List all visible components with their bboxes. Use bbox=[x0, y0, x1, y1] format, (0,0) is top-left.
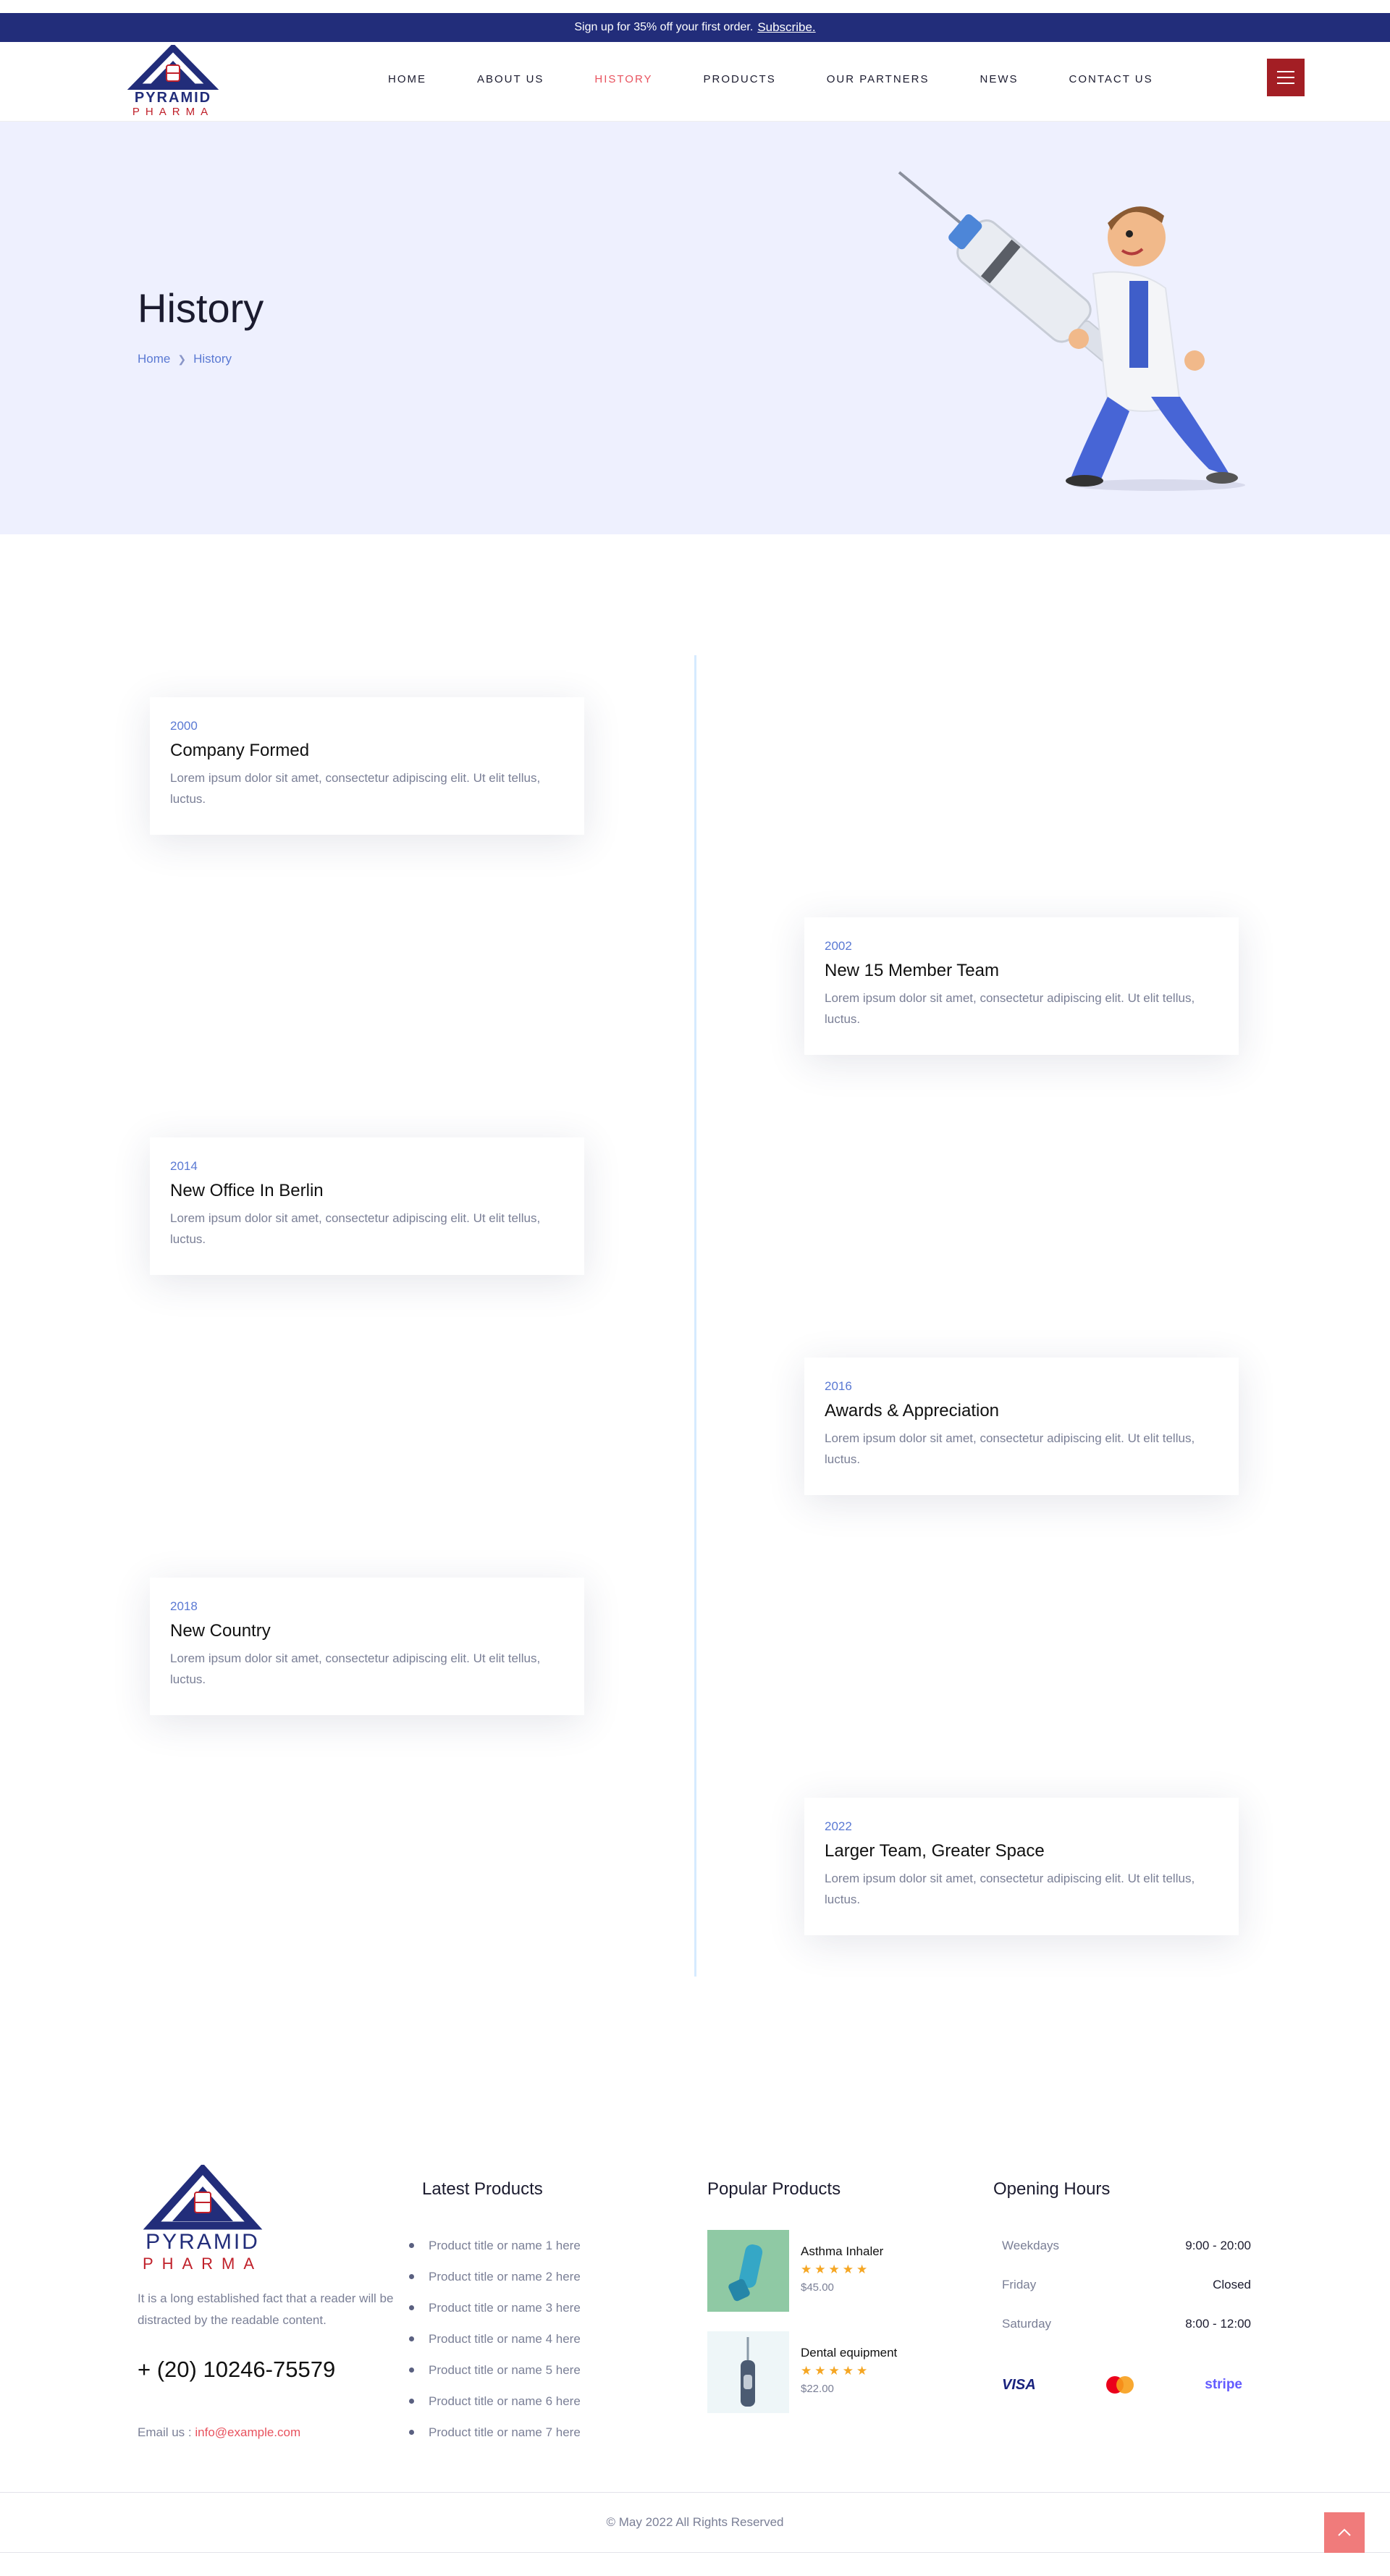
product-name: Asthma Inhaler bbox=[801, 2244, 884, 2258]
list-item[interactable]: Product title or name 3 here bbox=[409, 2292, 581, 2323]
popular-product[interactable]: Dental equipment ★★★★★ $22.00 bbox=[707, 2331, 946, 2415]
payment-methods: VISA stripe bbox=[993, 2375, 1251, 2395]
timeline-text: Lorem ipsum dolor sit amet, consectetur … bbox=[170, 1651, 541, 1686]
timeline-card: 2018 New Country Lorem ipsum dolor sit a… bbox=[150, 1578, 584, 1715]
nav-products[interactable]: PRODUCTS bbox=[704, 73, 776, 85]
list-item[interactable]: Product title or name 6 here bbox=[409, 2386, 581, 2417]
pyramid-logo-icon bbox=[143, 2163, 263, 2230]
latest-products-list: Product title or name 1 here Product tit… bbox=[409, 2230, 581, 2448]
nav-about-us[interactable]: ABOUT US bbox=[477, 73, 544, 85]
site-footer: PYRAMID PHARMA It is a long established … bbox=[0, 2143, 1390, 2491]
timeline-text: Lorem ipsum dolor sit amet, consectetur … bbox=[825, 1872, 1195, 1906]
timeline-year: 2018 bbox=[170, 1599, 198, 1613]
rating-stars-icon: ★★★★★ bbox=[801, 2263, 871, 2276]
chevron-up-icon bbox=[1338, 2528, 1351, 2536]
timeline-card: 2022 Larger Team, Greater Space Lorem ip… bbox=[804, 1798, 1239, 1935]
timeline-text: Lorem ipsum dolor sit amet, consectetur … bbox=[170, 1211, 541, 1246]
opening-hours-title: Opening Hours bbox=[993, 2179, 1111, 2199]
inhaler-image bbox=[707, 2230, 789, 2312]
hours-row: Saturday 8:00 - 12:00 bbox=[993, 2304, 1251, 2344]
footer-logo[interactable]: PYRAMID PHARMA bbox=[138, 2163, 268, 2273]
brand-logo[interactable]: PYRAMID PHARMA bbox=[125, 43, 222, 122]
timeline-text: Lorem ipsum dolor sit amet, consectetur … bbox=[825, 991, 1195, 1026]
timeline-text: Lorem ipsum dolor sit amet, consectetur … bbox=[825, 1431, 1195, 1466]
timeline-title: Larger Team, Greater Space bbox=[825, 1841, 1045, 1861]
copyright-bar: © May 2022 All Rights Reserved bbox=[0, 2492, 1390, 2553]
opening-hours-table: Weekdays 9:00 - 20:00 Friday Closed Satu… bbox=[993, 2226, 1251, 2344]
timeline-card: 2000 Company Formed Lorem ipsum dolor si… bbox=[150, 697, 584, 835]
timeline-title: Company Formed bbox=[170, 741, 310, 760]
hours-day: Weekdays bbox=[1002, 2239, 1060, 2252]
subscribe-link[interactable]: Subscribe. bbox=[757, 20, 815, 35]
timeline-title: New 15 Member Team bbox=[825, 961, 999, 980]
timeline-year: 2000 bbox=[170, 719, 198, 733]
timeline-year: 2022 bbox=[825, 1819, 852, 1833]
announcement-bar: Sign up for 35% off your first order. Su… bbox=[0, 0, 1390, 42]
chevron-right-icon: ❯ bbox=[177, 353, 187, 365]
email-label: Email us : bbox=[138, 2425, 192, 2439]
popular-products-title: Popular Products bbox=[707, 2179, 841, 2199]
breadcrumb: Home ❯ History bbox=[138, 352, 232, 366]
brand-subname: PHARMA bbox=[132, 106, 214, 118]
nav-history[interactable]: HISTORY bbox=[594, 73, 652, 85]
visa-icon: VISA bbox=[1002, 2376, 1036, 2393]
timeline-title: Awards & Appreciation bbox=[825, 1401, 1000, 1420]
latest-products-title: Latest Products bbox=[422, 2179, 543, 2199]
product-name: Dental equipment bbox=[801, 2346, 898, 2360]
pyramid-logo-icon bbox=[127, 43, 219, 91]
timeline-year: 2016 bbox=[825, 1379, 852, 1393]
product-price: $22.00 bbox=[801, 2383, 834, 2395]
product-price: $45.00 bbox=[801, 2281, 834, 2294]
footer-brand-name: PYRAMID bbox=[146, 2230, 260, 2254]
page-title: History bbox=[138, 285, 264, 331]
stripe-icon: stripe bbox=[1205, 2377, 1242, 2392]
timeline-title: New Country bbox=[170, 1621, 271, 1641]
nav-news[interactable]: NEWS bbox=[980, 73, 1019, 85]
doctor-syringe-illustration bbox=[898, 171, 1245, 491]
timeline-text: Lorem ipsum dolor sit amet, consectetur … bbox=[170, 771, 541, 806]
timeline-year: 2002 bbox=[825, 939, 852, 953]
dental-equipment-image bbox=[707, 2331, 789, 2413]
footer-brand-subname: PHARMA bbox=[142, 2255, 264, 2273]
footer-email: Email us : info@example.com bbox=[138, 2425, 300, 2440]
hours-day: Saturday bbox=[1002, 2317, 1052, 2331]
site-header: PYRAMID PHARMA HOME ABOUT US HISTORY PRO… bbox=[0, 42, 1390, 122]
nav-contact-us[interactable]: CONTACT US bbox=[1069, 73, 1153, 85]
hours-row: Friday Closed bbox=[993, 2265, 1251, 2304]
timeline-title: New Office In Berlin bbox=[170, 1181, 324, 1200]
breadcrumb-home[interactable]: Home bbox=[138, 352, 170, 366]
footer-about: It is a long established fact that a rea… bbox=[138, 2291, 394, 2327]
hours-time: 9:00 - 20:00 bbox=[1185, 2239, 1251, 2252]
list-item[interactable]: Product title or name 1 here bbox=[409, 2230, 581, 2261]
breadcrumb-current: History bbox=[193, 352, 232, 366]
list-item[interactable]: Product title or name 2 here bbox=[409, 2261, 581, 2292]
brand-name: PYRAMID bbox=[134, 90, 212, 106]
email-link[interactable]: info@example.com bbox=[195, 2425, 300, 2439]
hours-day: Friday bbox=[1002, 2278, 1037, 2291]
list-item[interactable]: Product title or name 4 here bbox=[409, 2323, 581, 2354]
nav-home[interactable]: HOME bbox=[388, 73, 426, 85]
hours-time: Closed bbox=[1213, 2278, 1251, 2291]
back-to-top-button[interactable] bbox=[1324, 2512, 1365, 2553]
nav-our-partners[interactable]: OUR PARTNERS bbox=[827, 73, 930, 85]
main-nav: HOME ABOUT US HISTORY PRODUCTS OUR PARTN… bbox=[388, 73, 1204, 85]
list-item[interactable]: Product title or name 7 here bbox=[409, 2417, 581, 2448]
list-item[interactable]: Product title or name 5 here bbox=[409, 2354, 581, 2386]
timeline-card: 2002 New 15 Member Team Lorem ipsum dolo… bbox=[804, 917, 1239, 1055]
timeline-card: 2016 Awards & Appreciation Lorem ipsum d… bbox=[804, 1358, 1239, 1495]
hamburger-menu-button[interactable] bbox=[1267, 59, 1305, 96]
popular-product[interactable]: Asthma Inhaler ★★★★★ $45.00 bbox=[707, 2230, 946, 2313]
hamburger-icon bbox=[1277, 71, 1294, 72]
announcement-text: Sign up for 35% off your first order. bbox=[574, 21, 754, 33]
page-hero: History Home ❯ History bbox=[0, 122, 1390, 534]
hours-row: Weekdays 9:00 - 20:00 bbox=[993, 2226, 1251, 2265]
timeline-year: 2014 bbox=[170, 1159, 198, 1173]
timeline-card: 2014 New Office In Berlin Lorem ipsum do… bbox=[150, 1137, 584, 1275]
mastercard-icon bbox=[1106, 2376, 1134, 2394]
hours-time: 8:00 - 12:00 bbox=[1185, 2317, 1251, 2331]
copyright-text: © May 2022 All Rights Reserved bbox=[606, 2515, 784, 2529]
footer-phone[interactable]: + (20) 10246-75579 bbox=[138, 2357, 335, 2383]
timeline-line bbox=[694, 655, 696, 1977]
rating-stars-icon: ★★★★★ bbox=[801, 2364, 871, 2378]
